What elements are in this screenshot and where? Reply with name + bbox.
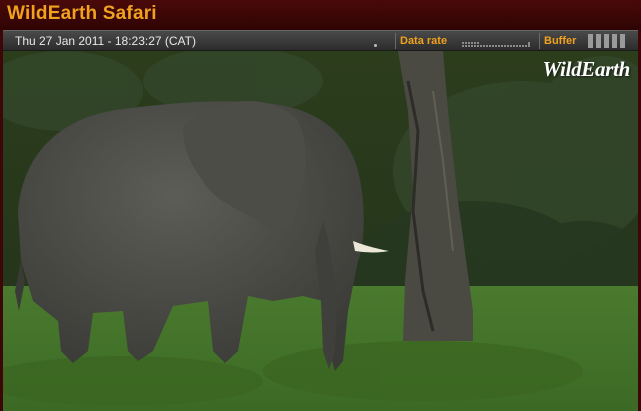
buffer-bar bbox=[596, 34, 601, 48]
wildearth-watermark-logo: WildEarth bbox=[542, 57, 630, 81]
buffer-meter bbox=[588, 34, 628, 48]
title-bar: WildEarth Safari bbox=[0, 0, 641, 30]
buffer-bar bbox=[612, 34, 617, 48]
app-window: WildEarth Safari Thu 27 Jan 2011 - 18:23… bbox=[0, 0, 641, 411]
divider bbox=[395, 33, 396, 49]
buffer-bar bbox=[620, 34, 625, 48]
buffer-bar bbox=[588, 34, 593, 48]
status-bar: Thu 27 Jan 2011 - 18:23:27 (CAT) Data ra… bbox=[3, 30, 638, 51]
status-dot bbox=[374, 44, 377, 47]
data-rate-label: Data rate bbox=[400, 35, 448, 47]
app-title: WildEarth Safari bbox=[7, 3, 157, 24]
buffer-bar bbox=[604, 34, 609, 48]
video-frame bbox=[3, 51, 638, 411]
buffer-label: Buffer bbox=[544, 35, 577, 47]
divider bbox=[539, 33, 540, 49]
data-rate-meter bbox=[462, 42, 530, 47]
video-stream[interactable]: WildEarth bbox=[3, 51, 638, 411]
timestamp: Thu 27 Jan 2011 - 18:23:27 (CAT) bbox=[15, 34, 196, 48]
